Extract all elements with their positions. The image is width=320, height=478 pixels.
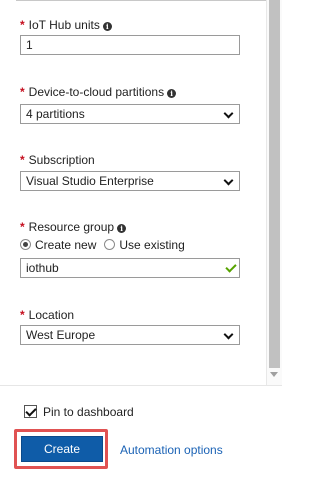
location-value: West Europe (26, 328, 96, 342)
iot-hub-units-input[interactable]: 1 (20, 35, 240, 55)
location-label: * Location (20, 308, 74, 322)
subscription-dropdown[interactable]: Visual Studio Enterprise (20, 171, 240, 191)
resource-group-mode: Create new Use existing (20, 237, 193, 252)
location-dropdown[interactable]: West Europe (20, 325, 240, 345)
chevron-down-icon (223, 175, 234, 186)
checkmark-icon (25, 405, 37, 417)
info-icon[interactable]: i (167, 89, 177, 98)
iot-hub-units-value: 1 (26, 38, 33, 52)
pin-to-dashboard-row: Pin to dashboard (24, 404, 134, 419)
required-marker: * (20, 153, 25, 167)
chevron-down-icon (223, 329, 234, 340)
create-new-label[interactable]: Create new (35, 238, 96, 252)
subscription-value: Visual Studio Enterprise (26, 174, 154, 188)
subscription-label-text: Subscription (28, 153, 95, 167)
d2c-partitions-dropdown[interactable]: 4 partitions (20, 104, 240, 124)
iot-hub-units-field: * IoT Hub units i 1 (0, 18, 266, 58)
required-marker: * (20, 18, 25, 32)
top-divider (16, 0, 268, 1)
location-label-text: Location (28, 308, 75, 322)
create-button[interactable]: Create (21, 436, 103, 462)
create-new-radio[interactable] (20, 239, 31, 251)
scrollbar-thumb[interactable] (269, 0, 280, 368)
resource-group-label: * Resource group i (20, 220, 127, 234)
resource-group-field: * Resource group i Create new Use existing … (0, 220, 266, 280)
info-icon[interactable]: i (102, 22, 112, 31)
resource-group-value: iothub (26, 261, 59, 275)
d2c-partitions-field: * Device-to-cloud partitions i 4 partition… (0, 85, 266, 125)
required-marker: * (20, 85, 25, 99)
use-existing-radio[interactable] (104, 239, 116, 251)
create-iot-hub-blade: * IoT Hub units i 1 * Device-to-cloud parti… (0, 0, 282, 478)
location-field: * Location West Europe (0, 308, 266, 348)
d2c-partitions-label-text: Device-to-cloud partitions (28, 85, 165, 99)
d2c-partitions-value: 4 partitions (26, 107, 85, 121)
iot-hub-units-label: * IoT Hub units i (20, 18, 112, 32)
d2c-partitions-label: * Device-to-cloud partitions i (20, 85, 177, 99)
footer-divider (0, 385, 282, 386)
pin-to-dashboard-checkbox[interactable] (24, 405, 37, 419)
subscription-label: * Subscription (20, 153, 95, 167)
iot-hub-units-label-text: IoT Hub units (28, 18, 100, 32)
subscription-field: * Subscription Visual Studio Enterprise (0, 153, 266, 193)
pin-to-dashboard-label[interactable]: Pin to dashboard (43, 405, 134, 419)
resource-group-label-text: Resource group (28, 220, 115, 234)
info-icon[interactable]: i (117, 224, 127, 233)
checkmark-icon (225, 261, 237, 273)
required-marker: * (20, 220, 25, 234)
resource-group-input[interactable]: iothub (20, 258, 240, 278)
use-existing-label[interactable]: Use existing (119, 238, 184, 252)
automation-options-link[interactable]: Automation options (120, 443, 223, 457)
required-marker: * (20, 308, 25, 322)
vertical-scrollbar[interactable] (266, 0, 282, 385)
chevron-down-icon (223, 108, 234, 119)
scroll-down-arrow-icon[interactable] (270, 372, 278, 377)
